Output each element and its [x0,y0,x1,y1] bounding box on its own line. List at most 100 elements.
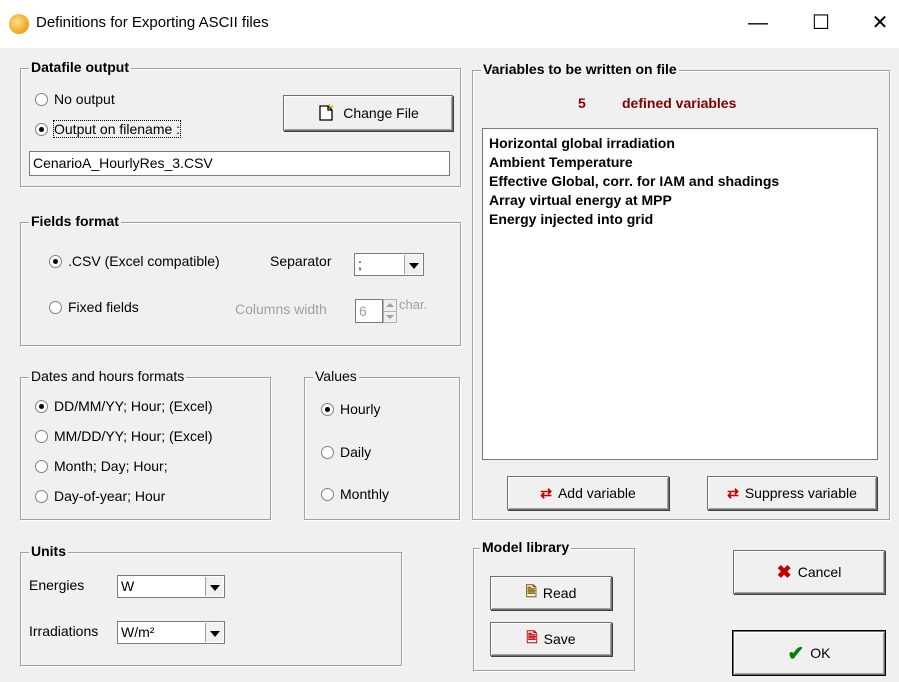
fixed-fields-radio[interactable]: Fixed fields [49,299,139,315]
radio-selected-icon [35,399,48,413]
fields-format-label: Fields format [29,213,121,229]
filename-input[interactable]: CenarioA_HourlyRes_3.CSV [29,151,450,176]
ok-button[interactable]: ✔ OK [732,630,886,676]
variables-count-text: defined variables [622,95,737,111]
model-library-group: Model library 🗎 Read 🗎 Save [473,539,635,671]
chevron-down-icon[interactable] [205,623,223,642]
list-item[interactable]: Energy injected into grid [483,210,877,229]
separator-value: ; [358,256,362,272]
date-option-label: Month; Day; Hour; [54,458,168,474]
values-group: Values Hourly Daily Monthly [304,368,460,520]
app-icon [9,14,29,34]
date-option-radio[interactable]: Month; Day; Hour; [35,458,168,474]
chevron-down-icon[interactable] [404,255,422,274]
variables-count: 5 [578,95,586,111]
variables-list[interactable]: Horizontal global irradiation Ambient Te… [482,128,878,460]
radio-icon [49,300,62,314]
window-title: Definitions for Exporting ASCII files [36,14,269,31]
values-option-label: Hourly [340,401,381,417]
date-option-radio[interactable]: Day-of-year; Hour [35,488,165,504]
output-on-filename-radio[interactable]: Output on filename : [35,120,182,138]
columns-width-spinner[interactable] [383,299,397,323]
units-label: Units [29,543,68,559]
date-option-label: Day-of-year; Hour [54,488,166,504]
add-variable-label: Add variable [557,485,636,501]
save-file-icon: 🗎 [526,629,538,645]
columns-width-label: Columns width [235,301,327,317]
irradiations-value: W/m² [121,624,155,640]
new-file-icon [319,104,334,121]
cancel-button[interactable]: ✖ Cancel [733,550,885,594]
energies-select[interactable]: W [117,575,225,598]
values-label: Values [313,368,359,384]
chevron-down-icon[interactable] [205,577,223,596]
units-group: Units Energies W Irradiations W/m² [20,543,402,666]
spin-up-icon[interactable] [386,303,394,307]
save-button[interactable]: 🗎 Save [490,622,612,656]
change-file-button[interactable]: Change File [283,95,453,131]
list-item[interactable]: Effective Global, corr. for IAM and shad… [483,172,877,191]
maximize-button[interactable]: ☐ [801,8,841,38]
read-label: Read [542,585,577,601]
add-variable-button[interactable]: ⇄ Add variable [507,476,669,510]
csv-radio[interactable]: .CSV (Excel compatible) [49,253,220,269]
values-option-radio[interactable]: Monthly [321,486,389,502]
energies-label: Energies [29,577,85,593]
close-button[interactable]: ✕ [864,8,896,38]
date-option-radio[interactable]: DD/MM/YY; Hour; (Excel) [35,398,213,414]
radio-icon [35,92,48,106]
ok-label: OK [810,645,831,661]
variables-label: Variables to be written on file [481,61,679,77]
date-option-label: DD/MM/YY; Hour; (Excel) [54,398,213,414]
values-option-radio[interactable]: Hourly [321,401,380,417]
datafile-output-group: Datafile output No output Output on file… [20,59,461,187]
datafile-output-label: Datafile output [29,59,131,75]
date-option-label: MM/DD/YY; Hour; (Excel) [54,428,213,444]
no-output-label: No output [54,91,115,107]
radio-icon [35,429,48,443]
values-option-label: Daily [340,444,372,460]
radio-icon [35,489,48,503]
read-button[interactable]: 🗎 Read [490,576,612,610]
radio-icon [321,445,334,459]
irradiations-label: Irradiations [29,623,99,639]
suppress-variable-icon: ⇄ [727,484,739,501]
model-library-label: Model library [480,539,572,555]
list-item[interactable]: Ambient Temperature [483,153,877,172]
radio-icon [321,487,334,501]
irradiations-select[interactable]: W/m² [117,621,225,644]
char-label: char. [399,297,428,312]
dates-format-group: Dates and hours formats DD/MM/YY; Hour; … [20,368,271,520]
change-file-label: Change File [343,105,419,121]
suppress-variable-label: Suppress variable [744,485,857,501]
radio-icon [35,459,48,473]
values-option-label: Monthly [340,486,390,502]
radio-selected-icon [35,122,48,136]
green-check-icon: ✔ [787,642,805,665]
red-x-icon: ✖ [776,561,792,582]
spin-down-icon[interactable] [386,315,394,319]
csv-label: .CSV (Excel compatible) [68,253,220,269]
cancel-label: Cancel [797,564,842,580]
no-output-radio[interactable]: No output [35,91,115,107]
list-item[interactable]: Horizontal global irradiation [483,134,877,153]
add-variable-icon: ⇄ [540,484,552,501]
values-option-radio[interactable]: Daily [321,444,371,460]
energies-value: W [121,578,135,594]
list-item[interactable]: Array virtual energy at MPP [483,191,877,210]
minimize-button[interactable]: — [738,8,778,38]
radio-selected-icon [321,402,334,416]
fields-format-group: Fields format .CSV (Excel compatible) Se… [20,213,461,346]
date-option-radio[interactable]: MM/DD/YY; Hour; (Excel) [35,428,213,444]
separator-select[interactable]: ; [354,253,424,276]
fixed-fields-label: Fixed fields [68,299,139,315]
spinner-divider [384,311,396,312]
dates-format-label: Dates and hours formats [29,368,187,384]
read-file-icon: 🗎 [525,583,537,599]
radio-selected-icon [49,254,62,268]
columns-width-input[interactable]: 6 [355,299,383,323]
save-label: Save [543,631,576,647]
output-on-filename-label: Output on filename : [52,120,182,138]
separator-label: Separator [270,253,332,269]
suppress-variable-button[interactable]: ⇄ Suppress variable [707,476,877,510]
